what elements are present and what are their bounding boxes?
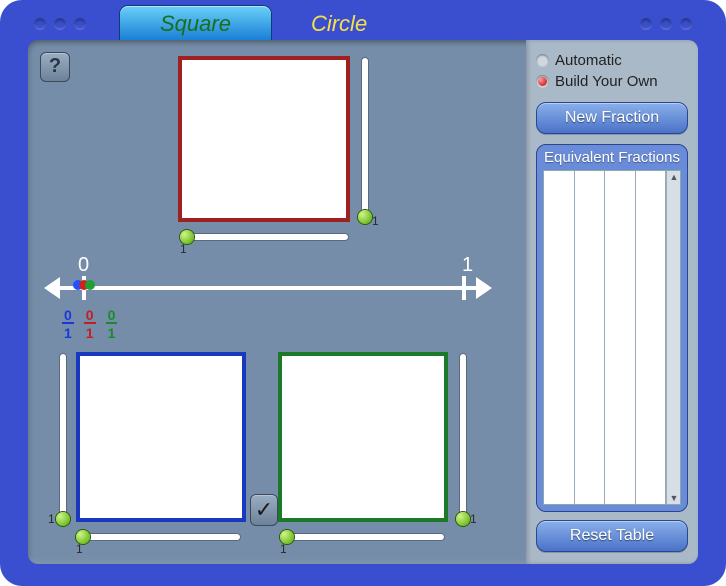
fraction-denominator: 1 <box>62 324 74 340</box>
table-column <box>636 171 667 504</box>
tab-circle[interactable]: Circle <box>271 6 407 40</box>
red-cols-slider-label: 1 <box>180 242 187 256</box>
fraction-numerator: 0 <box>62 308 74 324</box>
fraction-shape-green[interactable] <box>278 352 448 522</box>
check-button[interactable]: ✓ <box>250 494 278 526</box>
mode-automatic[interactable]: Automatic <box>536 52 688 69</box>
decoration-dot <box>74 18 86 30</box>
fraction-numerator: 0 <box>84 308 96 324</box>
fraction-label-blue: 0 1 <box>62 308 74 340</box>
mode-build-your-own[interactable]: Build Your Own <box>536 73 688 90</box>
help-button[interactable]: ? <box>40 52 70 82</box>
table-column <box>544 171 575 504</box>
fraction-shape-red[interactable] <box>178 56 350 222</box>
red-rows-slider-track[interactable] <box>362 58 368 218</box>
number-line-arrow-right <box>476 277 492 299</box>
side-panel: Automatic Build Your Own New Fraction Eq… <box>526 40 698 564</box>
red-rows-slider-knob[interactable] <box>358 210 372 224</box>
red-cols-slider-track[interactable] <box>184 234 348 240</box>
blue-cols-slider-track[interactable] <box>80 534 240 540</box>
green-cols-slider-label: 1 <box>280 542 287 556</box>
table-scrollbar[interactable]: ▲ ▼ <box>666 171 680 504</box>
blue-rows-slider-knob[interactable] <box>56 512 70 526</box>
red-rows-slider-label: 1 <box>372 214 379 228</box>
decoration-dot <box>680 18 692 30</box>
scroll-down-icon[interactable]: ▼ <box>669 493 679 503</box>
green-rows-slider-label: 1 <box>470 512 477 526</box>
shape-tabs: Square Circle <box>120 6 407 40</box>
tab-square[interactable]: Square <box>120 6 271 40</box>
table-title: Equivalent Fractions <box>537 145 687 170</box>
fraction-shape-blue[interactable] <box>76 352 246 522</box>
tick-zero-label: 0 <box>78 254 89 277</box>
decoration-dot <box>640 18 652 30</box>
fraction-label-green: 0 1 <box>106 308 118 340</box>
radio-icon <box>536 75 549 88</box>
fraction-label-red: 0 1 <box>84 308 96 340</box>
blue-rows-slider-track[interactable] <box>60 354 66 520</box>
table-column <box>575 171 606 504</box>
table-body: ▲ ▼ <box>543 170 681 505</box>
decoration-dot <box>660 18 672 30</box>
table-column <box>605 171 636 504</box>
mode-automatic-label: Automatic <box>555 52 622 69</box>
decoration-dot <box>54 18 66 30</box>
green-rows-slider-track[interactable] <box>460 354 466 520</box>
fraction-labels: 0 1 0 1 0 1 <box>62 308 117 340</box>
number-line: 0 1 0 1 0 1 0 1 <box>48 262 488 352</box>
mode-build-label: Build Your Own <box>555 73 658 90</box>
reset-table-button[interactable]: Reset Table <box>536 520 688 552</box>
tick-one-label: 1 <box>462 254 473 277</box>
app-frame: Square Circle ? 1 1 0 1 <box>0 0 726 586</box>
workspace: ? 1 1 0 1 <box>28 40 526 564</box>
blue-rows-slider-label: 1 <box>48 512 55 526</box>
main-panel: ? 1 1 0 1 <box>28 40 698 564</box>
tick-one <box>462 276 466 300</box>
number-line-track <box>48 286 488 290</box>
marker-green[interactable] <box>85 280 95 290</box>
decoration-dot <box>34 18 46 30</box>
equivalent-fractions-table: Equivalent Fractions ▲ ▼ <box>536 144 688 512</box>
radio-icon <box>536 54 549 67</box>
frame-decoration-right <box>640 18 692 30</box>
new-fraction-button[interactable]: New Fraction <box>536 102 688 134</box>
fraction-denominator: 1 <box>106 324 118 340</box>
fraction-denominator: 1 <box>84 324 96 340</box>
fraction-numerator: 0 <box>106 308 118 324</box>
blue-cols-slider-label: 1 <box>76 542 83 556</box>
frame-decoration-left <box>34 18 86 30</box>
green-rows-slider-knob[interactable] <box>456 512 470 526</box>
green-cols-slider-track[interactable] <box>284 534 444 540</box>
scroll-up-icon[interactable]: ▲ <box>669 172 679 182</box>
